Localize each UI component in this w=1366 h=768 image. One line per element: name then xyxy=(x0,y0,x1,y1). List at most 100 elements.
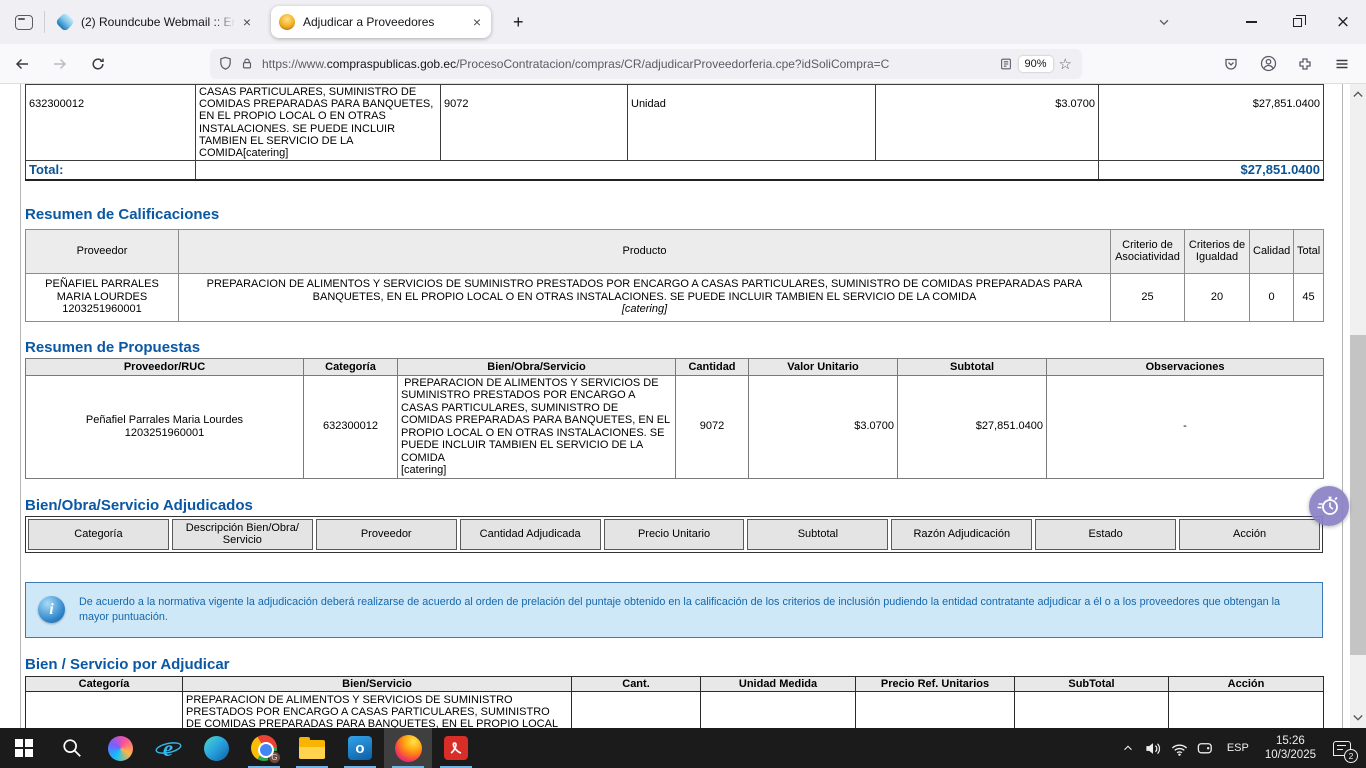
total-value: $27,851.0400 xyxy=(1099,161,1324,180)
reader-mode-icon[interactable] xyxy=(999,57,1013,71)
restore-button[interactable] xyxy=(1274,0,1320,44)
proveedor-nombre: Peñafiel Parrales Maria Lourdes xyxy=(29,414,300,427)
edge-button[interactable] xyxy=(192,728,240,768)
proveedor-nombre: PEÑAFIEL PARRALES MARIA LOURDES xyxy=(29,278,175,303)
item-subtotal: $27,851.0400 xyxy=(1099,85,1324,161)
back-button[interactable] xyxy=(6,49,38,79)
col-cant: Cant. xyxy=(572,676,701,691)
close-tab-icon[interactable]: × xyxy=(241,15,253,29)
proveedor-ruc: 1203251960001 xyxy=(29,303,175,316)
col-proveedor: Proveedor xyxy=(316,519,457,550)
forward-button[interactable] xyxy=(44,49,76,79)
menu-hamburger-icon[interactable] xyxy=(1326,49,1358,79)
cell-criterios-igualdad: 20 xyxy=(1185,273,1250,321)
col-calidad: Calidad xyxy=(1250,229,1294,273)
cell-valor-unitario: $3.0700 xyxy=(749,375,898,478)
scroll-up-arrow-icon[interactable] xyxy=(1350,86,1366,102)
table-row: PEÑAFIEL PARRALES MARIA LOURDES 12032519… xyxy=(26,273,1324,321)
windows-taskbar: e G o ESP xyxy=(0,728,1366,768)
tab-adjudicar-proveedores[interactable]: Adjudicar a Proveedores × xyxy=(271,6,491,38)
close-tab-icon[interactable]: × xyxy=(471,15,483,29)
scroll-down-arrow-icon[interactable] xyxy=(1350,710,1366,726)
account-icon[interactable] xyxy=(1252,49,1284,79)
copilot-icon xyxy=(108,736,133,761)
tab-roundcube-webmail[interactable]: (2) Roundcube Webmail :: Entra × xyxy=(49,6,261,38)
address-bar[interactable]: https://www.compraspublicas.gob.ec/Proce… xyxy=(210,49,1082,79)
tab-separator xyxy=(44,11,45,33)
url-scheme: https://www. xyxy=(262,57,327,71)
tracking-shield-icon[interactable] xyxy=(218,56,233,71)
producto-catering-nota: [catering] xyxy=(182,303,1107,316)
table-row: 632300012 CASAS PARTICULARES, SUMINISTRO… xyxy=(26,85,1324,161)
taskbar-clock[interactable]: 15:26 10/3/2025 xyxy=(1257,734,1324,762)
cell-bien-servicio: PREPARACION DE ALIMENTOS Y SERVICIOS DE … xyxy=(183,691,572,728)
language-indicator[interactable]: ESP xyxy=(1219,742,1257,754)
extensions-icon[interactable] xyxy=(1289,49,1321,79)
restore-icon xyxy=(1293,18,1302,27)
internet-explorer-button[interactable]: e xyxy=(144,728,192,768)
pocket-icon[interactable] xyxy=(1215,49,1247,79)
col-proveedor: Proveedor xyxy=(26,229,179,273)
section-title-adjudicados: Bien/Obra/Servicio Adjudicados xyxy=(25,496,1323,516)
tray-expand-chevron-icon[interactable] xyxy=(1115,728,1141,768)
copilot-button[interactable] xyxy=(96,728,144,768)
cell-cantidad: 9072 xyxy=(676,375,749,478)
search-icon xyxy=(61,737,83,759)
stopwatch-icon xyxy=(1316,493,1342,519)
url-text: https://www.compraspublicas.gob.ec/Proce… xyxy=(262,57,999,71)
reload-button[interactable] xyxy=(82,49,114,79)
start-button[interactable] xyxy=(0,728,48,768)
file-explorer-button[interactable] xyxy=(288,728,336,768)
volume-icon[interactable] xyxy=(1141,728,1167,768)
table-header-row: Categoría Bien/Servicio Cant. Unidad Med… xyxy=(26,676,1324,691)
notification-center-button[interactable]: 2 xyxy=(1324,728,1360,768)
cell-unidad: Unidad xyxy=(701,691,856,728)
close-window-button[interactable]: × xyxy=(1320,0,1366,44)
cell-producto: PREPARACION DE ALIMENTOS Y SERVICIOS DE … xyxy=(179,273,1111,321)
system-tray: ESP 15:26 10/3/2025 2 xyxy=(1115,728,1360,768)
col-subtotal: Subtotal xyxy=(898,358,1047,375)
file-explorer-icon xyxy=(299,740,325,759)
taskbar-search-button[interactable] xyxy=(48,728,96,768)
scrollbar-thumb[interactable] xyxy=(1350,335,1366,655)
propuestas-table: Proveedor/RUC Categoría Bien/Obra/Servic… xyxy=(25,358,1324,479)
items-table: 632300012 CASAS PARTICULARES, SUMINISTRO… xyxy=(25,84,1324,181)
tab-title: (2) Roundcube Webmail :: Entra xyxy=(81,15,235,29)
cell-calidad: 0 xyxy=(1250,273,1294,321)
window-controls: × xyxy=(1146,0,1366,44)
firefox-view-button[interactable] xyxy=(8,6,40,38)
col-subtotal: SubTotal xyxy=(1015,676,1169,691)
windows-logo-icon xyxy=(15,739,33,757)
vertical-scrollbar[interactable] xyxy=(1350,84,1366,728)
firefox-button[interactable] xyxy=(384,728,432,768)
col-cantidad-adjudicada: Cantidad Adjudicada xyxy=(460,519,601,550)
cell-criterio-asociatividad: 25 xyxy=(1111,273,1185,321)
outlook-button[interactable]: o xyxy=(336,728,384,768)
clock-time: 15:26 xyxy=(1265,734,1316,748)
lock-icon[interactable] xyxy=(240,56,254,71)
bien-catering-nota: [catering] xyxy=(401,464,672,477)
col-valor-unitario: Valor Unitario xyxy=(749,358,898,375)
chrome-button[interactable]: G xyxy=(240,728,288,768)
screen-capture-widget[interactable] xyxy=(1309,486,1349,526)
meet-now-icon[interactable] xyxy=(1193,728,1219,768)
bookmark-star-icon[interactable]: ☆ xyxy=(1059,55,1072,73)
chrome-profile-badge: G xyxy=(268,751,281,764)
section-title-propuestas: Resumen de Propuestas xyxy=(25,338,1323,358)
list-tabs-chevron-icon[interactable] xyxy=(1146,6,1182,38)
cell-cantidad: 9072 xyxy=(572,691,701,728)
col-bien-obra-servicio: Bien/Obra/Servicio xyxy=(398,358,676,375)
col-categoria: Categoría xyxy=(26,676,183,691)
proveedor-ruc: 1203251960001 xyxy=(29,427,300,440)
acrobat-button[interactable] xyxy=(432,728,480,768)
section-title-calificaciones: Resumen de Calificaciones xyxy=(25,205,1323,225)
zoom-level-badge[interactable]: 90% xyxy=(1019,56,1053,72)
wifi-icon[interactable] xyxy=(1167,728,1193,768)
col-categoria: Categoría xyxy=(304,358,398,375)
new-tab-button[interactable]: + xyxy=(505,10,532,35)
cell-subtotal: $27,851.0400 xyxy=(1015,691,1169,728)
item-descripcion: CASAS PARTICULARES, SUMINISTRO DE COMIDA… xyxy=(196,85,441,161)
minimize-button[interactable] xyxy=(1228,0,1274,44)
close-icon: × xyxy=(1336,14,1350,31)
cell-observaciones: - xyxy=(1047,375,1324,478)
